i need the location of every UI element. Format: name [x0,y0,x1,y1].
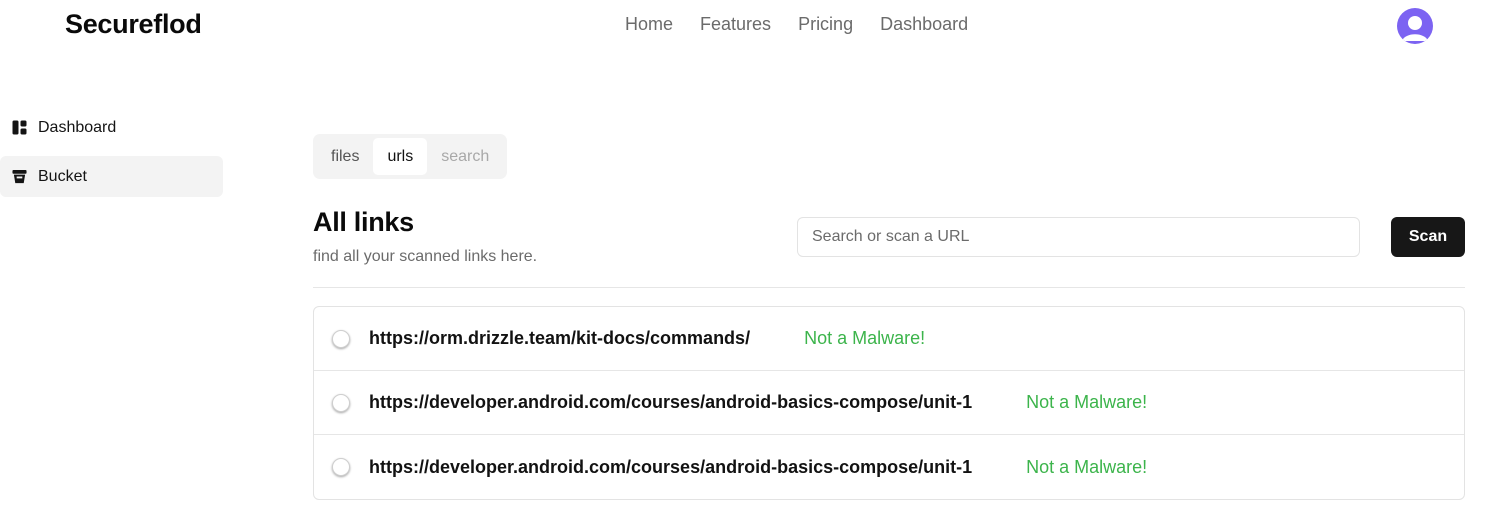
status-badge: Not a Malware! [804,328,926,348]
scan-button[interactable]: Scan [1391,217,1465,257]
nav-pricing[interactable]: Pricing [798,14,853,35]
links-list: https://orm.drizzle.team/kit-docs/comman… [313,306,1465,500]
tab-list: files urls search [313,134,508,179]
list-item: https://orm.drizzle.team/kit-docs/comman… [314,307,1464,371]
sidebar-item-bucket[interactable]: Bucket [0,156,223,197]
list-item: https://developer.android.com/courses/an… [314,371,1464,435]
page-title: All links [313,207,414,237]
link-url[interactable]: https://orm.drizzle.team/kit-docs/comman… [369,328,750,349]
row-radio[interactable] [332,393,350,412]
row-radio[interactable] [332,329,350,348]
sidebar-item-dashboard[interactable]: Dashboard [0,107,223,148]
url-search-input[interactable] [797,217,1360,257]
sidebar: Dashboard Bucket [0,107,223,205]
top-nav: Home Features Pricing Dashboard [625,14,968,35]
page: Secureflod Home Features Pricing Dashboa… [0,0,1497,522]
status-badge: Not a Malware! [1026,456,1148,477]
list-item: https://developer.android.com/courses/an… [314,435,1464,499]
nav-home[interactable]: Home [625,14,673,35]
sidebar-item-label: Bucket [38,167,87,185]
brand-logo[interactable]: Secureflod [65,9,202,40]
page-subtitle: find all your scanned links here. [313,248,538,265]
user-avatar-icon[interactable] [1397,8,1433,44]
tab-search: search [441,147,490,165]
link-url[interactable]: https://developer.android.com/courses/an… [369,392,972,413]
tab-urls[interactable]: urls [373,138,428,175]
link-url[interactable]: https://developer.android.com/courses/an… [369,457,972,478]
bucket-icon [12,169,27,184]
row-radio[interactable] [332,458,350,476]
tab-files[interactable]: files [317,138,373,175]
status-badge: Not a Malware! [1026,392,1148,412]
nav-dashboard[interactable]: Dashboard [880,14,968,35]
dashboard-icon [12,120,27,135]
nav-features[interactable]: Features [700,14,771,35]
sidebar-item-label: Dashboard [38,118,117,136]
divider [313,287,1465,288]
